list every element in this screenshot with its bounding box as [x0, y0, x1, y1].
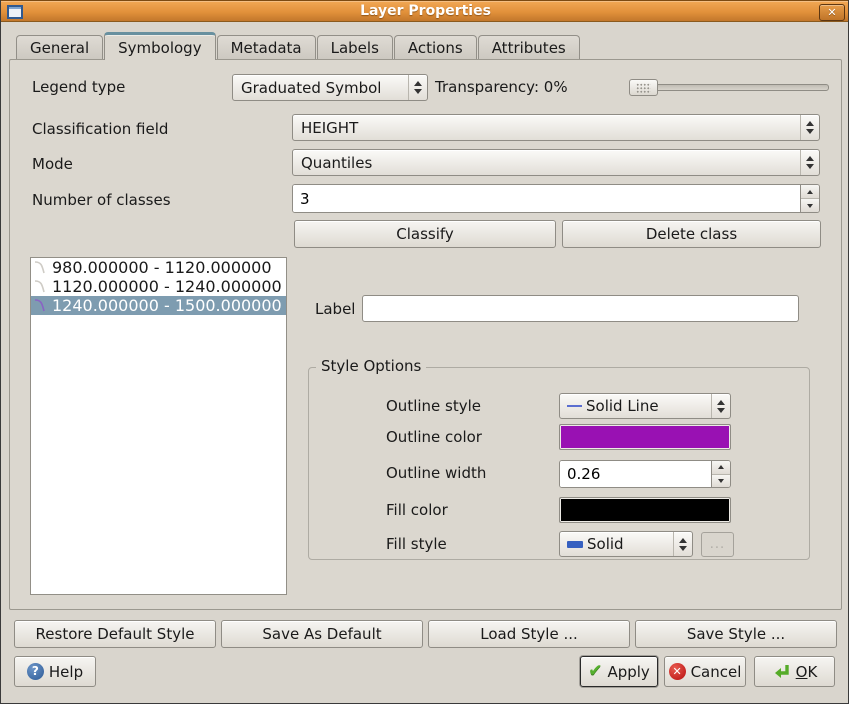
class-list-item[interactable]: 1120.000000 - 1240.000000 [31, 277, 286, 296]
outline-width-input[interactable] [560, 461, 711, 487]
apply-label: Apply [607, 663, 649, 681]
help-icon: ? [27, 663, 44, 680]
class-list: 980.000000 - 1120.000000 1120.000000 - 1… [30, 257, 287, 595]
help-label: Help [49, 663, 83, 681]
chevron-updown-icon [408, 75, 427, 100]
save-as-default-button[interactable]: Save As Default [221, 620, 423, 648]
fill-style-combo[interactable]: Solid [559, 531, 693, 557]
symbology-tab-content: Legend type Graduated Symbol Transparenc… [9, 59, 842, 610]
grip-dots-icon [636, 83, 651, 93]
delete-class-button[interactable]: Delete class [562, 220, 821, 248]
line-symbol-icon [33, 297, 50, 314]
outline-width-label: Outline width [386, 463, 486, 483]
ok-label: OK [796, 663, 818, 681]
mode-combo[interactable]: Quantiles [292, 149, 820, 176]
dialog-buttons-row: ? Help ✔ Apply ✕ Cancel OK [14, 656, 835, 687]
tab-attributes[interactable]: Attributes [478, 35, 580, 60]
style-options-group: Style Options Outline style Solid Line O… [308, 367, 810, 560]
fill-color-label: Fill color [386, 500, 448, 520]
classification-field-label: Classification field [32, 119, 168, 139]
transparency-label: Transparency: 0% [435, 77, 568, 97]
number-of-classes-label: Number of classes [32, 190, 171, 210]
slider-groove[interactable] [629, 84, 829, 91]
class-range: 980.000000 - 1120.000000 [52, 258, 272, 277]
class-range: 1240.000000 - 1500.000000 [52, 296, 282, 315]
cancel-button[interactable]: ✕ Cancel [664, 656, 746, 687]
close-button[interactable]: ✕ [819, 4, 845, 21]
ok-button[interactable]: OK [754, 656, 835, 687]
enter-arrow-icon [772, 663, 791, 681]
legend-type-label: Legend type [32, 77, 125, 97]
legend-type-value: Graduated Symbol [233, 79, 408, 97]
outline-color-swatch[interactable] [559, 424, 731, 450]
spin-up-button[interactable] [712, 461, 730, 474]
classification-field-value: HEIGHT [293, 119, 800, 137]
line-symbol-icon [33, 278, 50, 295]
close-icon: ✕ [827, 7, 836, 18]
fill-color-swatch[interactable] [559, 497, 731, 523]
style-buttons-row: Restore Default Style Save As Default Lo… [14, 620, 837, 648]
tab-labels[interactable]: Labels [317, 35, 393, 60]
spin-buttons [800, 185, 819, 212]
label-input[interactable] [362, 295, 799, 322]
chevron-updown-icon [711, 394, 730, 418]
number-of-classes-input[interactable] [293, 185, 800, 212]
tab-general[interactable]: General [16, 35, 103, 60]
tab-symbology[interactable]: Symbology [104, 32, 215, 60]
tab-metadata[interactable]: Metadata [217, 35, 316, 60]
solid-fill-icon [567, 541, 583, 548]
cancel-label: Cancel [691, 663, 742, 681]
spin-down-button[interactable] [712, 474, 730, 488]
load-style-button[interactable]: Load Style ... [428, 620, 630, 648]
label-field-label: Label [315, 299, 355, 319]
solid-line-icon [567, 405, 582, 407]
outline-style-combo[interactable]: Solid Line [559, 393, 731, 419]
number-of-classes-spinbox [292, 184, 820, 213]
transparency-slider[interactable] [629, 74, 829, 101]
mode-value: Quantiles [293, 154, 800, 172]
classification-field-combo[interactable]: HEIGHT [292, 114, 820, 141]
class-list-item[interactable]: 980.000000 - 1120.000000 [31, 258, 286, 277]
style-options-title: Style Options [316, 357, 426, 375]
window-title: Layer Properties [1, 3, 849, 19]
fill-style-label: Fill style [386, 534, 447, 554]
restore-default-style-button[interactable]: Restore Default Style [14, 620, 216, 648]
spin-down-button[interactable] [801, 198, 819, 212]
class-range: 1120.000000 - 1240.000000 [52, 277, 282, 296]
spin-up-button[interactable] [801, 185, 819, 198]
cancel-icon: ✕ [669, 663, 686, 680]
tab-actions[interactable]: Actions [394, 35, 477, 60]
chevron-updown-icon [800, 150, 819, 175]
outline-style-value: Solid Line [582, 397, 711, 415]
check-icon: ✔ [588, 663, 602, 680]
layer-properties-dialog: Layer Properties ✕ General Symbology Met… [0, 0, 849, 704]
outline-style-label: Outline style [386, 396, 481, 416]
fill-style-value: Solid [583, 535, 673, 553]
outline-color-label: Outline color [386, 427, 482, 447]
tab-bar: General Symbology Metadata Labels Action… [16, 33, 581, 60]
classify-button[interactable]: Classify [294, 220, 556, 248]
help-button[interactable]: ? Help [14, 656, 96, 687]
titlebar[interactable]: Layer Properties ✕ [1, 0, 849, 22]
outline-width-spinbox [559, 460, 731, 488]
apply-button[interactable]: ✔ Apply [580, 656, 658, 687]
save-style-button[interactable]: Save Style ... [635, 620, 837, 648]
line-symbol-icon [33, 259, 50, 276]
chevron-updown-icon [800, 115, 819, 140]
legend-type-combo[interactable]: Graduated Symbol [232, 74, 428, 101]
fill-style-more-button[interactable]: ... [701, 532, 734, 557]
mode-label: Mode [32, 154, 73, 174]
slider-handle[interactable] [629, 79, 658, 96]
class-list-item[interactable]: 1240.000000 - 1500.000000 [31, 296, 286, 315]
chevron-updown-icon [673, 532, 692, 556]
spin-buttons [711, 461, 730, 487]
